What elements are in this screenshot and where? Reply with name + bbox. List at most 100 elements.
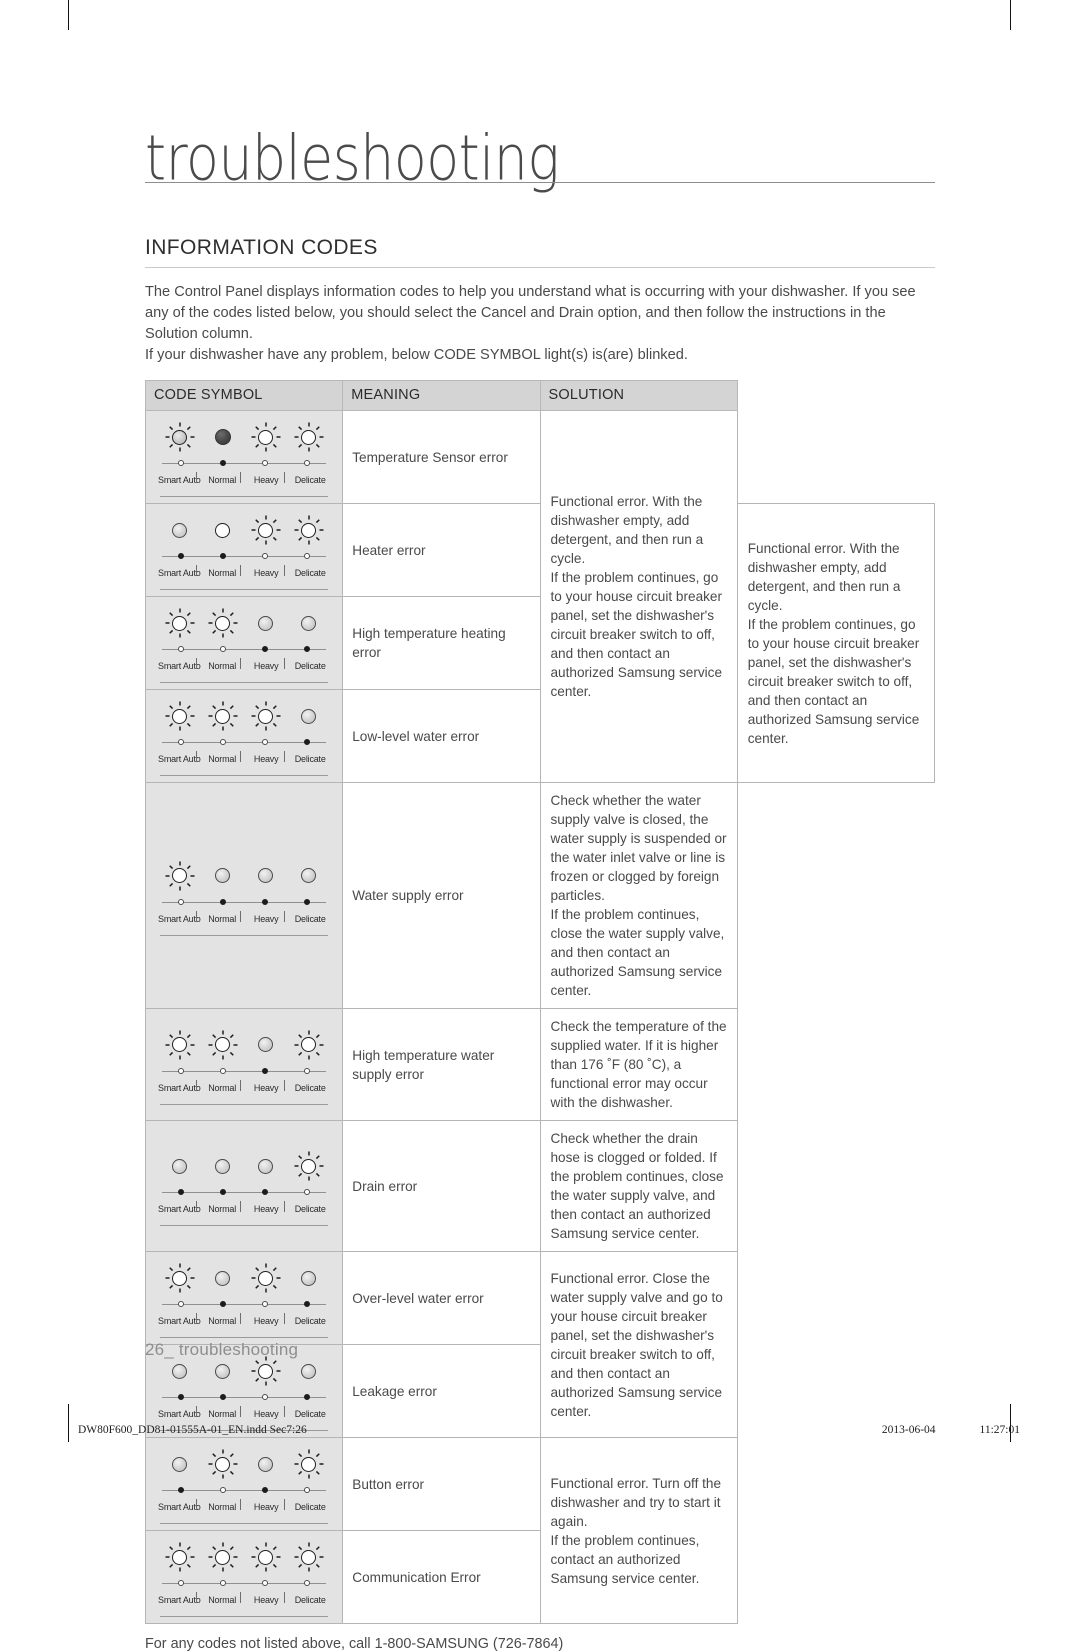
cycle-selector-track xyxy=(160,1298,328,1310)
cycle-knob-delicate xyxy=(287,1065,327,1077)
cycle-knob-delicate xyxy=(287,457,327,469)
cycle-knob-delicate xyxy=(287,1186,327,1198)
cycle-label-delicate: Delicate xyxy=(284,1079,330,1098)
cycle-knob-heavy xyxy=(245,550,285,562)
cycle-label-smart-auto: Smart Auto xyxy=(158,1502,201,1512)
cycle-label-normal: Normal xyxy=(196,1200,242,1219)
cycle-label-smart-auto: Smart Auto xyxy=(158,913,201,924)
chapter-rule xyxy=(145,182,935,183)
lamp-bulb-icon xyxy=(258,1363,274,1379)
cell-meaning: Over-level water error xyxy=(342,1251,541,1345)
lamp-bulb-icon xyxy=(301,429,317,445)
table-row: Smart Auto Normal Heavy Delicate Water suppl… xyxy=(144,782,935,1009)
cell-solution: Functional error. Turn off the dishwashe… xyxy=(539,1437,738,1624)
cycle-selector-track xyxy=(160,1484,328,1496)
lamp-bulb-icon xyxy=(172,429,188,445)
cycle-label-normal: Normal xyxy=(196,1498,242,1517)
panel-base-rule xyxy=(160,1225,329,1226)
lamp-bulb-icon xyxy=(258,1037,274,1052)
cycle-label-row: Smart Auto Normal Heavy Delicate xyxy=(152,1312,336,1335)
table-row: Smart Auto Normal Heavy Delicate High temper… xyxy=(144,1008,935,1121)
lamp-bulb-icon xyxy=(301,868,317,883)
cycle-knob-heavy xyxy=(245,1186,285,1198)
knob-dot-icon xyxy=(304,898,311,905)
lamp-indicator-normal xyxy=(203,859,243,893)
cycle-label-smart-auto: Smart Auto xyxy=(158,1595,201,1605)
cycle-selector-track xyxy=(160,1186,328,1198)
cycle-knob-normal xyxy=(203,643,243,655)
cycle-label-row: Smart Auto Normal Heavy Delicate xyxy=(152,1079,336,1102)
lamp-indicator-delicate xyxy=(289,1149,329,1183)
cycle-label-smart-auto: Smart Auto xyxy=(158,1409,201,1419)
lamp-bulb-icon xyxy=(172,1037,188,1052)
cycle-label-heavy: Heavy xyxy=(240,1591,286,1610)
chapter-header: troubleshooting xyxy=(145,127,935,206)
column-header-meaning: MEANING xyxy=(342,380,541,411)
knob-dot-icon xyxy=(220,898,227,905)
cycle-label-heavy: Heavy xyxy=(240,1405,286,1424)
intro-paragraph-2: If your dishwasher have any problem, bel… xyxy=(145,347,688,363)
knob-dot-icon xyxy=(178,460,185,466)
knob-dot-icon xyxy=(220,1189,227,1195)
lamp-bulb-icon xyxy=(301,708,317,724)
lamp-row xyxy=(152,1540,336,1574)
solution-line: If the problem continues, go to your hou… xyxy=(747,616,920,746)
knob-dot-icon xyxy=(304,1394,311,1400)
lamp-indicator-heavy xyxy=(246,1540,286,1574)
lamp-bulb-icon xyxy=(258,1270,274,1286)
cycle-label-normal: Normal xyxy=(196,1591,242,1610)
table-body: Smart Auto Normal Heavy Delicate Temperature… xyxy=(144,410,936,1624)
knob-dot-icon xyxy=(262,1301,269,1307)
knob-dot-icon xyxy=(178,1189,185,1195)
lamp-bulb-icon xyxy=(301,1456,317,1472)
cycle-label-heavy: Heavy xyxy=(240,564,286,583)
lamp-indicator-delicate xyxy=(289,420,329,454)
lamp-row xyxy=(152,1028,336,1062)
knob-dot-icon xyxy=(304,1580,311,1586)
cycle-label-heavy: Heavy xyxy=(240,471,286,490)
cycle-label-normal: Normal xyxy=(196,1312,242,1331)
cell-meaning: High temperature water supply error xyxy=(342,1008,541,1121)
lamp-row xyxy=(152,1261,336,1295)
lamp-bulb-icon xyxy=(172,1158,188,1174)
lamp-bulb-icon xyxy=(172,1456,188,1472)
additional-codes-note: For any codes not listed above, call 1-8… xyxy=(145,1636,564,1652)
table-row: Smart Auto Normal Heavy Delicate Button erro… xyxy=(144,1437,935,1624)
cycle-label-smart-auto: Smart Auto xyxy=(158,1082,201,1093)
lamp-bulb-icon xyxy=(215,1549,231,1565)
cycle-label-heavy: Heavy xyxy=(240,750,286,769)
knob-dot-icon xyxy=(262,553,269,559)
lamp-indicator-normal xyxy=(203,1149,243,1183)
cycle-knob-smart-auto xyxy=(161,1484,201,1496)
lamp-indicator-normal xyxy=(203,699,243,733)
cycle-label-smart-auto: Smart Auto xyxy=(158,754,201,764)
cycle-knob-normal xyxy=(203,1484,243,1496)
cycle-label-normal: Normal xyxy=(196,1079,242,1098)
cycle-selector-track xyxy=(160,1577,328,1589)
cycle-knob-normal xyxy=(203,550,243,562)
cycle-label-smart-auto: Smart Auto xyxy=(158,1204,201,1214)
cycle-knob-heavy xyxy=(245,457,285,469)
cycle-label-normal: Normal xyxy=(196,1405,242,1424)
knob-dot-icon xyxy=(304,646,311,652)
cycle-label-normal: Normal xyxy=(196,471,242,490)
cycle-knob-delicate xyxy=(287,1484,327,1496)
cycle-label-heavy: Heavy xyxy=(240,1312,286,1331)
print-metadata-strip: DW80F600_DD81-01555A-01_EN.indd Sec7:26 … xyxy=(78,1424,1020,1436)
cycle-label-heavy: Heavy xyxy=(240,1498,286,1517)
lamp-indicator-delicate xyxy=(289,606,329,640)
cycle-knob-smart-auto xyxy=(161,1065,201,1077)
cycle-label-heavy: Heavy xyxy=(240,1200,286,1219)
cycle-label-heavy: Heavy xyxy=(240,657,286,676)
knob-dot-icon xyxy=(178,898,185,905)
cycle-label-delicate: Delicate xyxy=(284,657,330,676)
panel-base-rule xyxy=(160,1103,329,1105)
knob-dot-icon xyxy=(178,553,185,559)
cycle-knob-normal xyxy=(203,896,243,908)
cycle-knob-smart-auto xyxy=(161,1391,201,1403)
cycle-label-smart-auto: Smart Auto xyxy=(158,568,201,578)
cell-meaning: Temperature Sensor error xyxy=(342,410,541,504)
metadata-date: 2013-06-04 xyxy=(881,1424,936,1436)
control-panel-symbol: Smart Auto Normal Heavy Delicate xyxy=(146,1018,343,1111)
solution-line: If the problem continues, close the wate… xyxy=(550,907,725,998)
